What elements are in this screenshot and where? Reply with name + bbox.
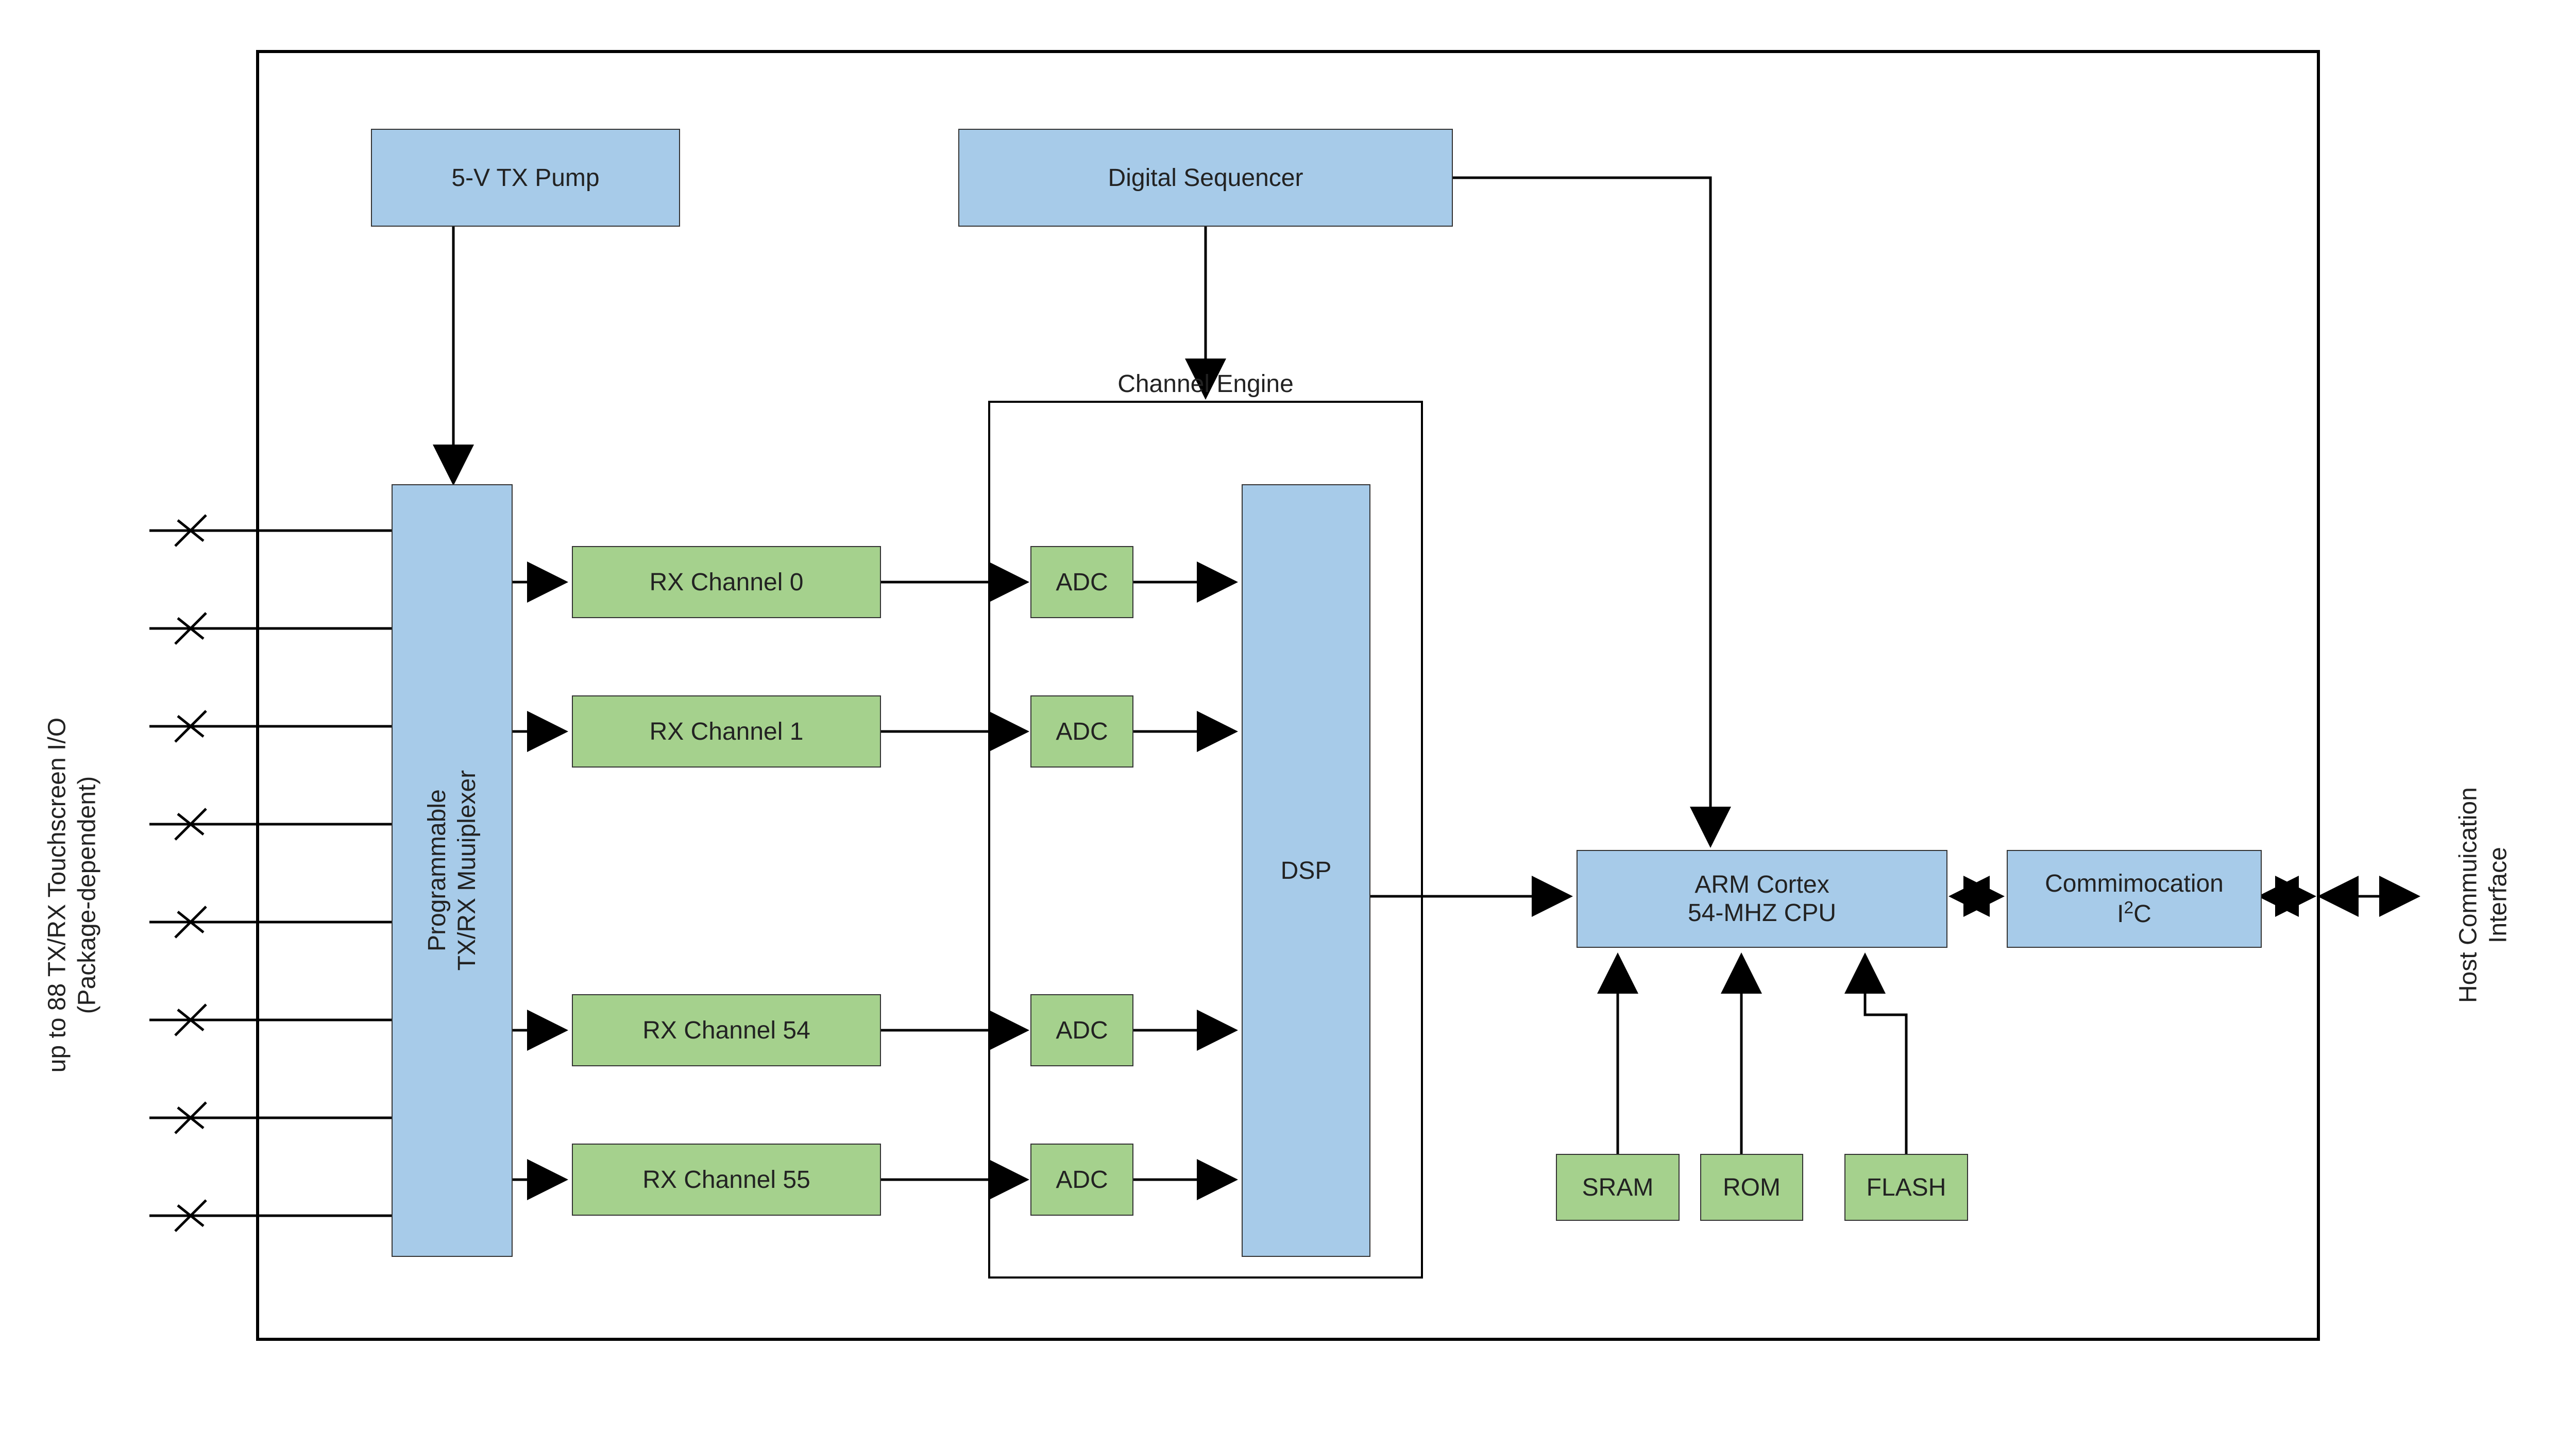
digital-sequencer-block: Digital Sequencer <box>958 129 1453 227</box>
dsp-block: DSP <box>1242 484 1370 1257</box>
right-host-label: Host Commuication Interface <box>2453 715 2513 1076</box>
rx-chain-arrows <box>513 582 1234 1180</box>
adc-55-block: ADC <box>1030 1144 1133 1216</box>
adc-0-label: ADC <box>1056 568 1108 597</box>
diagram-stage: 5-V TX Pump Digital Sequencer Channel En… <box>0 0 2576 1448</box>
cpu-block: ARM Cortex 54-MHZ CPU <box>1577 850 1947 948</box>
tx-pump-block: 5-V TX Pump <box>371 129 680 227</box>
io-pins <box>149 515 392 1231</box>
rom-label: ROM <box>1723 1173 1781 1202</box>
arrow-flash-to-cpu <box>1865 957 1906 1154</box>
adc-1-block: ADC <box>1030 695 1133 768</box>
comm-block: Commimocation I2C <box>2007 850 2262 948</box>
adc-1-label: ADC <box>1056 718 1108 746</box>
arrow-seq-to-cpu <box>1453 178 1710 844</box>
digital-sequencer-label: Digital Sequencer <box>1108 164 1303 192</box>
comm-i2c-label: I2C <box>2117 898 2151 928</box>
rx-channel-1-block: RX Channel 1 <box>572 695 881 768</box>
rx-channel-0-block: RX Channel 0 <box>572 546 881 618</box>
rx-channel-54-block: RX Channel 54 <box>572 994 881 1066</box>
rom-block: ROM <box>1700 1154 1803 1221</box>
comm-label-1: Commimocation <box>2045 870 2224 898</box>
left-io-label: up to 88 TX/RX Touchscreen I/O (Package-… <box>42 689 101 1101</box>
rx-channel-54-label: RX Channel 54 <box>642 1016 810 1045</box>
mux-label-1: Programmable <box>423 790 451 952</box>
rx-channel-55-block: RX Channel 55 <box>572 1144 881 1216</box>
mux-label-2: TX/RX Muuiplexer <box>453 770 481 970</box>
rx-channel-1-label: RX Channel 1 <box>650 718 804 746</box>
mux-block: Programmable TX/RX Muuiplexer <box>392 484 513 1257</box>
sram-label: SRAM <box>1582 1173 1654 1202</box>
adc-55-label: ADC <box>1056 1166 1108 1194</box>
dsp-label: DSP <box>1281 857 1332 885</box>
sram-block: SRAM <box>1556 1154 1680 1221</box>
adc-0-block: ADC <box>1030 546 1133 618</box>
adc-54-block: ADC <box>1030 994 1133 1066</box>
flash-label: FLASH <box>1867 1173 1946 1202</box>
rx-channel-0-label: RX Channel 0 <box>650 568 804 597</box>
channel-engine-label: Channel Engine <box>989 370 1422 398</box>
tx-pump-label: 5-V TX Pump <box>451 164 599 192</box>
rx-channel-55-label: RX Channel 55 <box>642 1166 810 1194</box>
flash-block: FLASH <box>1844 1154 1968 1221</box>
adc-54-label: ADC <box>1056 1016 1108 1045</box>
cpu-label-2: 54-MHZ CPU <box>1688 899 1836 927</box>
cpu-label-1: ARM Cortex <box>1694 871 1829 899</box>
